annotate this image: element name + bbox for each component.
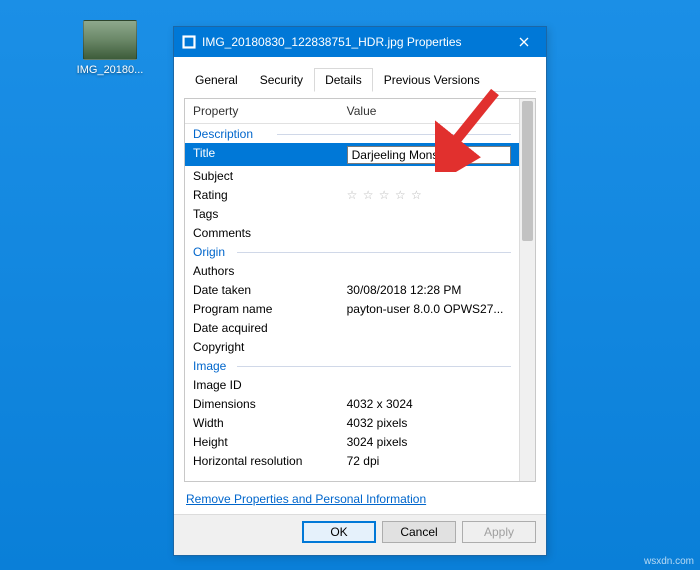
value-date-taken: 30/08/2018 12:28 PM bbox=[339, 281, 519, 298]
value-copyright bbox=[339, 338, 519, 355]
group-origin: Origin bbox=[185, 242, 519, 261]
apply-button[interactable]: Apply bbox=[462, 521, 536, 543]
label-authors: Authors bbox=[185, 262, 339, 279]
label-tags: Tags bbox=[185, 205, 339, 222]
value-subject bbox=[339, 167, 519, 184]
group-image: Image bbox=[185, 356, 519, 375]
row-rating[interactable]: Rating ☆ ☆ ☆ ☆ ☆ bbox=[185, 185, 519, 204]
tabs-container: General Security Details Previous Versio… bbox=[174, 57, 546, 92]
value-tags bbox=[339, 205, 519, 222]
row-program-name[interactable]: Program name payton-user 8.0.0 OPWS27... bbox=[185, 299, 519, 318]
close-icon bbox=[519, 37, 529, 47]
scrollbar-thumb[interactable] bbox=[522, 101, 533, 241]
button-bar: OK Cancel Apply bbox=[174, 514, 546, 555]
ok-button[interactable]: OK bbox=[302, 521, 376, 543]
label-image-id: Image ID bbox=[185, 376, 339, 393]
label-program-name: Program name bbox=[185, 300, 339, 317]
label-subject: Subject bbox=[185, 167, 339, 184]
details-panel: Property Value Description Title Subject… bbox=[174, 92, 546, 514]
remove-properties-link-row: Remove Properties and Personal Informati… bbox=[184, 482, 536, 514]
group-description: Description bbox=[185, 124, 519, 143]
cancel-button[interactable]: Cancel bbox=[382, 521, 456, 543]
desktop-file[interactable]: IMG_20180... bbox=[70, 20, 150, 76]
value-program-name: payton-user 8.0.0 OPWS27... bbox=[339, 300, 519, 317]
row-date-taken[interactable]: Date taken 30/08/2018 12:28 PM bbox=[185, 280, 519, 299]
label-comments: Comments bbox=[185, 224, 339, 241]
vertical-scrollbar[interactable] bbox=[519, 99, 535, 481]
tabs: General Security Details Previous Versio… bbox=[184, 67, 536, 92]
label-height: Height bbox=[185, 433, 339, 450]
rating-stars[interactable]: ☆ ☆ ☆ ☆ ☆ bbox=[339, 186, 519, 203]
tab-details[interactable]: Details bbox=[314, 68, 373, 92]
grid-rows[interactable]: Description Title Subject Rating ☆ ☆ ☆ ☆… bbox=[185, 124, 519, 480]
titlebar[interactable]: IMG_20180830_122838751_HDR.jpg Propertie… bbox=[174, 27, 546, 57]
window-title: IMG_20180830_122838751_HDR.jpg Propertie… bbox=[202, 35, 501, 49]
label-dimensions: Dimensions bbox=[185, 395, 339, 412]
row-authors[interactable]: Authors bbox=[185, 261, 519, 280]
row-date-acquired[interactable]: Date acquired bbox=[185, 318, 519, 337]
remove-properties-link[interactable]: Remove Properties and Personal Informati… bbox=[186, 492, 426, 506]
row-image-id[interactable]: Image ID bbox=[185, 375, 519, 394]
value-date-acquired bbox=[339, 319, 519, 336]
desktop-file-label: IMG_20180... bbox=[77, 64, 144, 76]
property-grid: Property Value Description Title Subject… bbox=[184, 98, 536, 482]
row-title[interactable]: Title bbox=[185, 143, 519, 166]
row-copyright[interactable]: Copyright bbox=[185, 337, 519, 356]
row-dimensions[interactable]: Dimensions 4032 x 3024 bbox=[185, 394, 519, 413]
label-copyright: Copyright bbox=[185, 338, 339, 355]
watermark: wsxdn.com bbox=[644, 556, 694, 567]
value-hres: 72 dpi bbox=[339, 452, 519, 469]
label-date-acquired: Date acquired bbox=[185, 319, 339, 336]
column-header-property[interactable]: Property bbox=[185, 99, 339, 123]
label-width: Width bbox=[185, 414, 339, 431]
value-authors bbox=[339, 262, 519, 279]
row-tags[interactable]: Tags bbox=[185, 204, 519, 223]
window-icon bbox=[182, 35, 196, 49]
row-width[interactable]: Width 4032 pixels bbox=[185, 413, 519, 432]
column-header-value[interactable]: Value bbox=[339, 99, 519, 123]
value-height: 3024 pixels bbox=[339, 433, 519, 450]
properties-window: IMG_20180830_122838751_HDR.jpg Propertie… bbox=[173, 26, 547, 556]
grid-header: Property Value bbox=[185, 99, 519, 124]
label-rating: Rating bbox=[185, 186, 339, 203]
value-width: 4032 pixels bbox=[339, 414, 519, 431]
value-comments bbox=[339, 224, 519, 241]
row-height[interactable]: Height 3024 pixels bbox=[185, 432, 519, 451]
label-hres: Horizontal resolution bbox=[185, 452, 339, 469]
thumbnail-image bbox=[83, 20, 137, 60]
row-horizontal-resolution[interactable]: Horizontal resolution 72 dpi bbox=[185, 451, 519, 470]
row-comments[interactable]: Comments bbox=[185, 223, 519, 242]
tab-previous-versions[interactable]: Previous Versions bbox=[373, 68, 491, 92]
tab-security[interactable]: Security bbox=[249, 68, 314, 92]
close-button[interactable] bbox=[501, 27, 546, 57]
input-title[interactable] bbox=[347, 146, 511, 164]
row-subject[interactable]: Subject bbox=[185, 166, 519, 185]
label-title: Title bbox=[185, 144, 339, 165]
value-dimensions: 4032 x 3024 bbox=[339, 395, 519, 412]
tab-general[interactable]: General bbox=[184, 68, 249, 92]
label-date-taken: Date taken bbox=[185, 281, 339, 298]
value-image-id bbox=[339, 376, 519, 393]
